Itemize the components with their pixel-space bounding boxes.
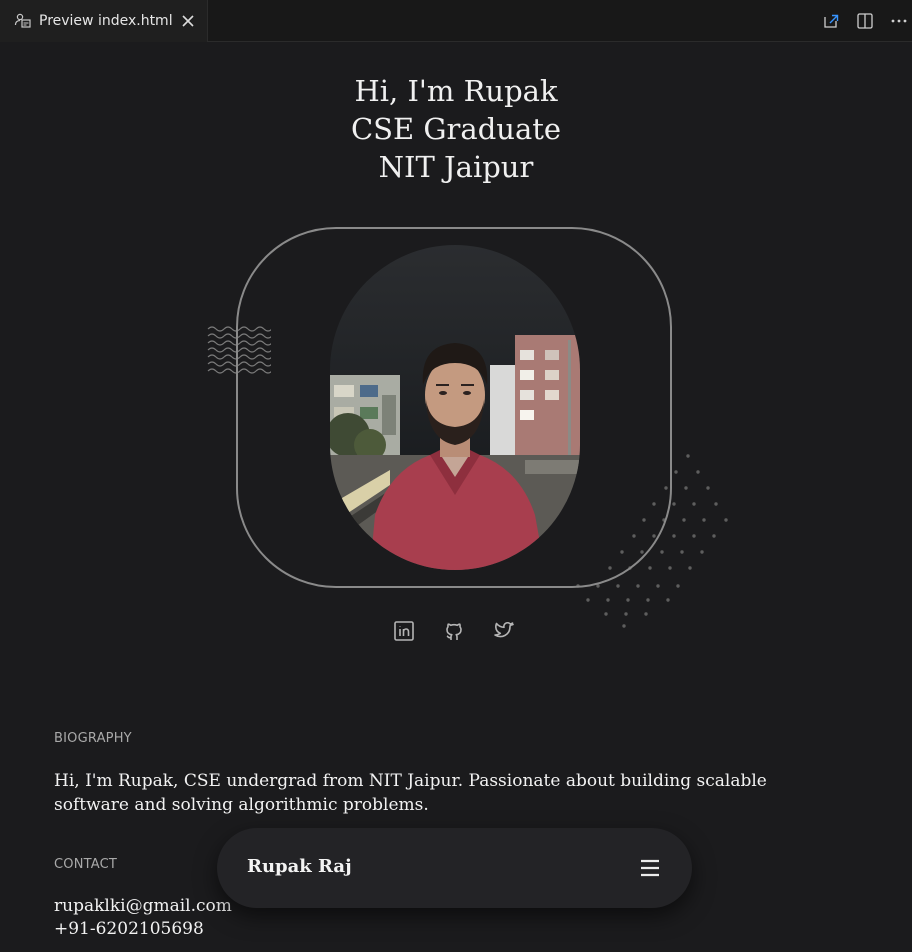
- contact-details: rupaklki@gmail.com +91-6202105698: [54, 895, 232, 941]
- contact-email[interactable]: rupaklki@gmail.com: [54, 895, 232, 918]
- tab-actions: [820, 0, 912, 42]
- preview-icon: [14, 12, 32, 30]
- linkedin-icon[interactable]: [392, 619, 416, 643]
- twitter-icon[interactable]: [492, 619, 516, 643]
- tab-preview-index[interactable]: Preview index.html: [0, 0, 208, 42]
- floating-navbar: Rupak Raj: [217, 828, 692, 908]
- hero-heading: Hi, I'm Rupak CSE Graduate NIT Jaipur: [0, 72, 912, 186]
- hero-degree: CSE Graduate: [350, 112, 562, 146]
- split-editor-icon[interactable]: [854, 10, 876, 32]
- close-icon[interactable]: [179, 12, 197, 30]
- profile-photo: [330, 245, 580, 570]
- navbar-brand[interactable]: Rupak Raj: [247, 856, 352, 877]
- contact-phone[interactable]: +91-6202105698: [54, 918, 232, 941]
- more-actions-icon[interactable]: [888, 10, 910, 32]
- hamburger-menu-icon[interactable]: [638, 856, 662, 880]
- github-icon[interactable]: [442, 619, 466, 643]
- hero-greeting: Hi, I'm Rupak: [354, 74, 558, 108]
- social-links: [392, 619, 516, 643]
- contact-heading: CONTACT: [54, 857, 118, 872]
- hero-college: NIT Jaipur: [378, 150, 534, 184]
- tab-label: Preview index.html: [39, 13, 173, 29]
- open-in-editor-icon[interactable]: [820, 10, 842, 32]
- biography-heading: BIOGRAPHY: [54, 731, 132, 746]
- biography-text: Hi, I'm Rupak, CSE undergrad from NIT Ja…: [54, 771, 767, 815]
- editor-tab-bar: Preview index.html: [0, 0, 912, 42]
